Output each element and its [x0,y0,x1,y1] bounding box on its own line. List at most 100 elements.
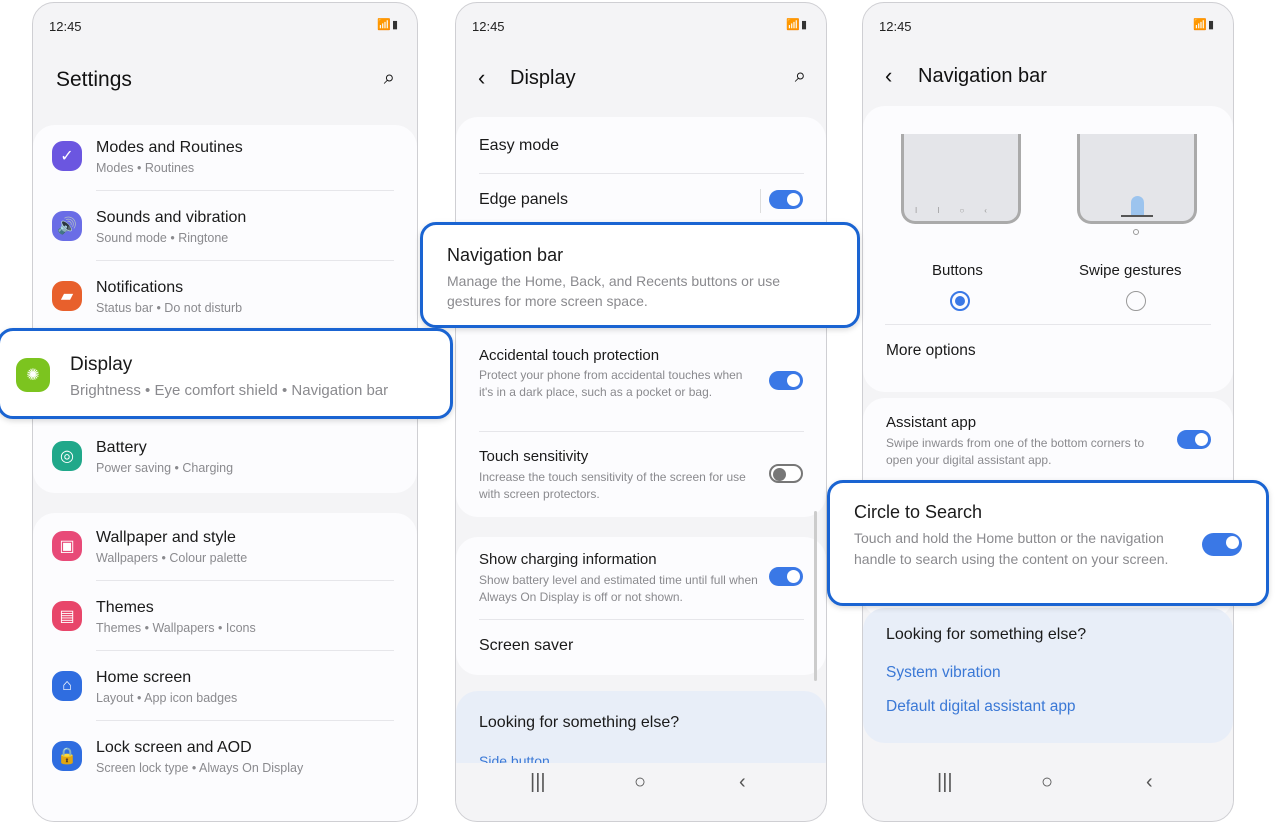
settings-item-label: Sounds and vibration [96,209,247,226]
system-vibration-link[interactable]: System vibration [886,664,1001,682]
settings-item-label: Wallpaper and style [96,529,236,546]
settings-item-label: Lock screen and AOD [96,739,252,756]
circle-to-search-desc: Touch and hold the Home button or the na… [854,530,1169,567]
settings-item-label: Display [70,354,133,375]
circle-to-search-highlight[interactable]: Circle to Search Touch and hold the Home… [827,480,1269,606]
settings-item[interactable]: ✓ Modes and Routines Modes • Routines [40,139,400,191]
settings-item[interactable]: 🔒 Lock screen and AOD Screen lock type •… [40,739,400,789]
assistant-app-desc: Swipe inwards from one of the bottom cor… [886,436,1145,467]
divider [96,720,394,721]
screen-saver-item[interactable]: Screen saver [479,637,573,655]
divider [479,619,804,620]
settings-item-label: Modes and Routines [96,139,243,156]
recents-button[interactable]: ||| [937,771,953,794]
touch-sensitivity-toggle[interactable] [769,464,803,483]
looking-heading: Looking for something else? [479,714,680,731]
navigation-bar-item-highlight[interactable]: Navigation bar Manage the Home, Back, an… [420,222,860,328]
settings-item-sub: Layout • App icon badges [96,691,238,705]
easy-mode-item[interactable]: Easy mode [479,137,559,155]
default-assistant-link[interactable]: Default digital assistant app [886,698,1076,716]
buttons-label[interactable]: Buttons [932,262,983,279]
settings-item-label: Notifications [96,279,184,296]
status-icons: 📶▮ [786,19,808,31]
display-screen: 12:45 📶▮ ‹ Display ⌕ Easy mode Edge pane… [455,2,827,822]
notification-icon: ▰ [52,281,82,311]
settings-item[interactable]: ▰ Notifications Status bar • Do not dist… [40,279,400,329]
divider [96,190,394,191]
navigation-bar-screen: 12:45 📶▮ ‹ Navigation bar II○‹ Buttons S… [862,2,1234,822]
settings-item[interactable]: ▣ Wallpaper and style Wallpapers • Colou… [40,529,400,581]
settings-item-sub: Power saving • Charging [96,461,234,475]
buttons-radio[interactable] [950,291,970,311]
accidental-touch-toggle[interactable] [769,371,803,390]
settings-item-sub: Status bar • Do not disturb [96,301,243,315]
buttons-preview[interactable]: II○‹ [901,134,1021,224]
charging-info-desc: Show battery level and estimated time un… [479,573,758,604]
divider [479,173,804,174]
back-icon[interactable]: ‹ [885,63,892,89]
looking-heading: Looking for something else? [886,626,1087,643]
home-icon: ⌂ [52,671,82,701]
circle-to-search-label: Circle to Search [854,502,983,522]
page-title: Navigation bar [918,65,1047,87]
search-icon[interactable]: ⌕ [384,67,395,90]
settings-item[interactable]: ⌂ Home screen Layout • App icon badges [40,669,400,721]
navigation-bar-label: Navigation bar [447,245,564,265]
settings-item-label: Battery [96,439,147,456]
status-icons: 📶▮ [1193,19,1215,31]
battery-icon: ◎ [52,441,82,471]
gesture-finger-icon [1131,196,1144,216]
search-icon[interactable]: ⌕ [795,65,806,88]
home-button[interactable]: ○ [1041,771,1053,794]
back-icon[interactable]: ‹ [478,65,485,91]
gesture-handle [1121,215,1153,217]
back-button[interactable]: ‹ [1146,771,1153,794]
page-title: Display [510,67,576,89]
brightness-icon: ✺ [16,358,50,392]
sidebar-item-display-highlight[interactable]: ✺ Display Brightness • Eye comfort shiel… [0,328,453,419]
wallpaper-icon: ▣ [52,531,82,561]
recents-button[interactable]: ||| [530,771,546,794]
status-time: 12:45 [49,19,82,34]
back-button[interactable]: ‹ [739,771,746,794]
accidental-touch-label[interactable]: Accidental touch protection [479,347,659,364]
swipe-gestures-radio[interactable] [1126,291,1146,311]
settings-item-sub: Modes • Routines [96,161,195,175]
divider [885,324,1211,325]
divider [760,189,761,213]
charging-info-label[interactable]: Show charging information [479,551,657,568]
home-button[interactable]: ○ [634,771,646,794]
divider [96,580,394,581]
lock-icon: 🔒 [52,741,82,771]
volume-icon: 🔊 [52,211,82,241]
status-time: 12:45 [472,19,505,34]
touch-sensitivity-label[interactable]: Touch sensitivity [479,448,588,465]
edge-panels-toggle[interactable] [769,190,803,209]
settings-item[interactable]: ▤ Themes Themes • Wallpapers • Icons [40,599,400,651]
status-icons: 📶▮ [377,19,399,31]
scrollbar[interactable] [814,511,817,681]
system-nav-bar: ||| ○ ‹ [456,763,826,803]
swipe-gestures-preview[interactable] [1077,134,1197,224]
page-title: Settings [56,68,132,91]
status-time: 12:45 [879,19,912,34]
circle-to-search-toggle[interactable] [1202,533,1242,556]
divider [96,650,394,651]
page-indicator [1133,229,1139,235]
swipe-gestures-label[interactable]: Swipe gestures [1079,262,1182,279]
settings-item[interactable]: 🔊 Sounds and vibration Sound mode • Ring… [40,209,400,261]
settings-item-sub: Brightness • Eye comfort shield • Naviga… [70,382,389,399]
more-options-item[interactable]: More options [886,342,976,360]
settings-item-sub: Wallpapers • Colour palette [96,551,248,565]
navigation-bar-desc: Manage the Home, Back, and Recents butto… [447,273,781,309]
touch-sensitivity-desc: Increase the touch sensitivity of the sc… [479,470,746,501]
divider [479,431,804,432]
divider [96,260,394,261]
settings-item-label: Home screen [96,669,192,686]
assistant-app-toggle[interactable] [1177,430,1211,449]
settings-item[interactable]: ◎ Battery Power saving • Charging [40,439,400,489]
modes-icon: ✓ [52,141,82,171]
assistant-app-label[interactable]: Assistant app [886,414,976,431]
edge-panels-item[interactable]: Edge panels [479,191,568,209]
charging-info-toggle[interactable] [769,567,803,586]
